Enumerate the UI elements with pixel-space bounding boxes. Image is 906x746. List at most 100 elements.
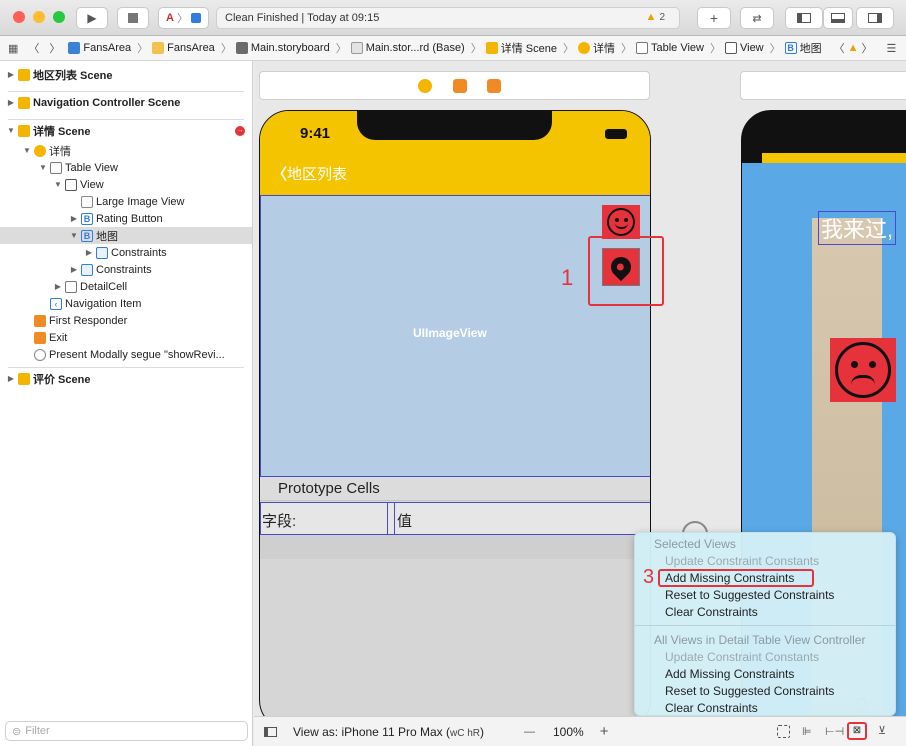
- disclosure-down-icon[interactable]: ▼: [22, 146, 32, 155]
- align-icon[interactable]: ⊫: [802, 725, 812, 738]
- chevron-right-icon: 〉: [470, 43, 482, 55]
- add-constraints-icon[interactable]: ⊢⊣: [825, 725, 844, 738]
- disclosure-right-icon[interactable]: ▶: [69, 265, 79, 274]
- library-button[interactable]: +: [697, 7, 731, 29]
- outline-row-table-view[interactable]: ▼ Table View: [0, 159, 252, 176]
- stop-button[interactable]: [117, 7, 149, 29]
- zoom-window-button[interactable]: [53, 11, 65, 23]
- cell-separator: [387, 503, 395, 534]
- rating-button[interactable]: [602, 205, 640, 239]
- warning-indicator[interactable]: ▲ 2: [645, 11, 665, 23]
- outline-label: Rating Button: [96, 212, 163, 225]
- embed-in-icon[interactable]: ⊻: [878, 724, 886, 737]
- crumb-view[interactable]: View: [724, 42, 764, 54]
- update-frames-icon[interactable]: [777, 725, 790, 738]
- outline-row-large-image-view[interactable]: Large Image View: [0, 193, 252, 210]
- crumb-table-view[interactable]: Table View: [635, 42, 704, 54]
- disclosure-right-icon[interactable]: ▶: [84, 248, 94, 257]
- outline-row-rating-button[interactable]: ▶ B Rating Button: [0, 210, 252, 227]
- back-nav-button[interactable]: 〈: [28, 40, 39, 56]
- disclosure-right-icon[interactable]: ▶: [69, 214, 79, 223]
- outline-row-navigation-item[interactable]: ‹ Navigation Item: [0, 295, 252, 312]
- highlight-add-missing: [658, 569, 814, 587]
- zoom-out-button[interactable]: —: [524, 726, 535, 738]
- toggle-inspector-button[interactable]: [856, 7, 894, 29]
- crumb-storyboard-base[interactable]: Main.stor...rd (Base): [350, 42, 465, 54]
- exit-dock-icon[interactable]: [487, 79, 501, 93]
- menu-item-reset-suggested-selected[interactable]: Reset to Suggested Constraints: [665, 588, 834, 604]
- crumb-label: Table View: [650, 42, 704, 54]
- forward-issue-button[interactable]: 〉: [862, 40, 873, 56]
- crumb-folder[interactable]: FansArea: [152, 42, 215, 54]
- menu-item-add-missing-all[interactable]: Add Missing Constraints: [665, 667, 794, 683]
- back-issue-button[interactable]: 〈: [834, 40, 845, 56]
- first-responder-dock-icon[interactable]: [453, 79, 467, 93]
- segue-arrow-icon[interactable]: →: [235, 125, 245, 136]
- outline-row-detail-cell[interactable]: ▶ DetailCell: [0, 278, 252, 295]
- filter-placeholder: Filter: [25, 725, 50, 737]
- outline-row-map-constraints[interactable]: ▶ Constraints: [0, 244, 252, 261]
- outline-row-exit[interactable]: Exit: [0, 329, 252, 346]
- crumb-scene[interactable]: 详情 Scene: [485, 40, 557, 56]
- crumb-project[interactable]: FansArea: [68, 42, 131, 54]
- scheme-selector[interactable]: A 〉: [158, 7, 209, 29]
- chevron-right-icon: 〉: [137, 43, 149, 55]
- outline-row-view-constraints[interactable]: ▶ Constraints: [0, 261, 252, 278]
- outline-row-controller[interactable]: ▼ 详情: [0, 142, 252, 159]
- outline-row-scene-3[interactable]: ▼ 详情 Scene →: [0, 122, 252, 139]
- disclosure-right-icon[interactable]: ▶: [53, 282, 63, 291]
- divider: [8, 119, 244, 120]
- forward-nav-button[interactable]: 〉: [49, 40, 60, 56]
- sad-face-button[interactable]: [830, 338, 896, 402]
- outline-row-map-button[interactable]: ▼ B 地图: [0, 227, 252, 244]
- outline-row-segue[interactable]: Present Modally segue "showRevi...: [0, 346, 252, 363]
- view-icon: [724, 42, 737, 54]
- toggle-navigator-button[interactable]: [785, 7, 823, 29]
- toggle-debug-area-button[interactable]: [823, 7, 853, 29]
- code-review-button[interactable]: ⇄: [740, 7, 774, 29]
- outline-row-first-responder[interactable]: First Responder: [0, 312, 252, 329]
- view-as-button[interactable]: View as: iPhone 11 Pro Max (wC hR): [293, 725, 484, 739]
- disclosure-down-icon[interactable]: ▼: [53, 180, 63, 189]
- warning-icon[interactable]: ▲: [848, 42, 859, 54]
- crumb-label: FansArea: [167, 42, 215, 54]
- crumb-storyboard[interactable]: Main.storyboard: [235, 42, 330, 54]
- disclosure-right-icon[interactable]: ▶: [6, 374, 16, 383]
- menu-item-clear-all[interactable]: Clear Constraints: [665, 701, 758, 717]
- button-b-icon: B: [81, 212, 93, 225]
- disclosure-right-icon[interactable]: ▶: [6, 70, 16, 79]
- disclosure-down-icon[interactable]: ▼: [38, 163, 48, 172]
- detail-cell[interactable]: 字段: 值: [260, 502, 650, 535]
- warning-count: 2: [659, 12, 665, 23]
- outline-row-scene-1[interactable]: ▶ 地区列表 Scene: [0, 66, 252, 83]
- minimize-window-button[interactable]: [33, 11, 45, 23]
- window-toolbar: ▶ A 〉 Clean Finished | Today at 09:15 ▲ …: [0, 0, 906, 36]
- filter-icon: ⊜: [12, 725, 22, 738]
- exit-icon: [34, 331, 46, 344]
- zoom-in-button[interactable]: +: [600, 723, 609, 740]
- outline-row-view[interactable]: ▼ View: [0, 176, 252, 193]
- outline-row-scene-2[interactable]: ▶ Navigation Controller Scene: [0, 94, 252, 111]
- navigation-controller-icon: [18, 96, 30, 109]
- right-panel-icon: [868, 13, 882, 23]
- detail-scene-phone[interactable]: 9:41 〈地区列表 UIImageView Prototype Cells 字…: [259, 110, 651, 716]
- filter-field[interactable]: ⊜ Filter: [5, 721, 248, 741]
- back-button[interactable]: 〈地区列表: [272, 163, 347, 184]
- crumb-map-button[interactable]: B 地图: [784, 40, 822, 56]
- controller-dock-icon[interactable]: [418, 79, 432, 93]
- outline-row-scene-4[interactable]: ▶ 评价 Scene: [0, 370, 252, 387]
- crumb-controller[interactable]: 详情: [577, 40, 615, 56]
- menu-item-update-constants-all[interactable]: Update Constraint Constants: [665, 650, 819, 666]
- menu-item-reset-suggested-all[interactable]: Reset to Suggested Constraints: [665, 684, 834, 700]
- run-button[interactable]: ▶: [76, 7, 108, 29]
- grid-icon[interactable]: ▦: [8, 42, 18, 55]
- toggle-outline-icon[interactable]: [264, 726, 277, 737]
- menu-item-clear-selected[interactable]: Clear Constraints: [665, 605, 758, 621]
- disclosure-down-icon[interactable]: ▼: [69, 231, 79, 240]
- close-window-button[interactable]: [13, 11, 25, 23]
- editor-options-icon[interactable]: ☰: [887, 42, 897, 55]
- resolve-auto-layout-button[interactable]: ⊠: [847, 722, 867, 740]
- disclosure-right-icon[interactable]: ▶: [6, 98, 16, 107]
- menu-item-update-constants-selected[interactable]: Update Constraint Constants: [665, 554, 819, 570]
- disclosure-down-icon[interactable]: ▼: [6, 126, 16, 135]
